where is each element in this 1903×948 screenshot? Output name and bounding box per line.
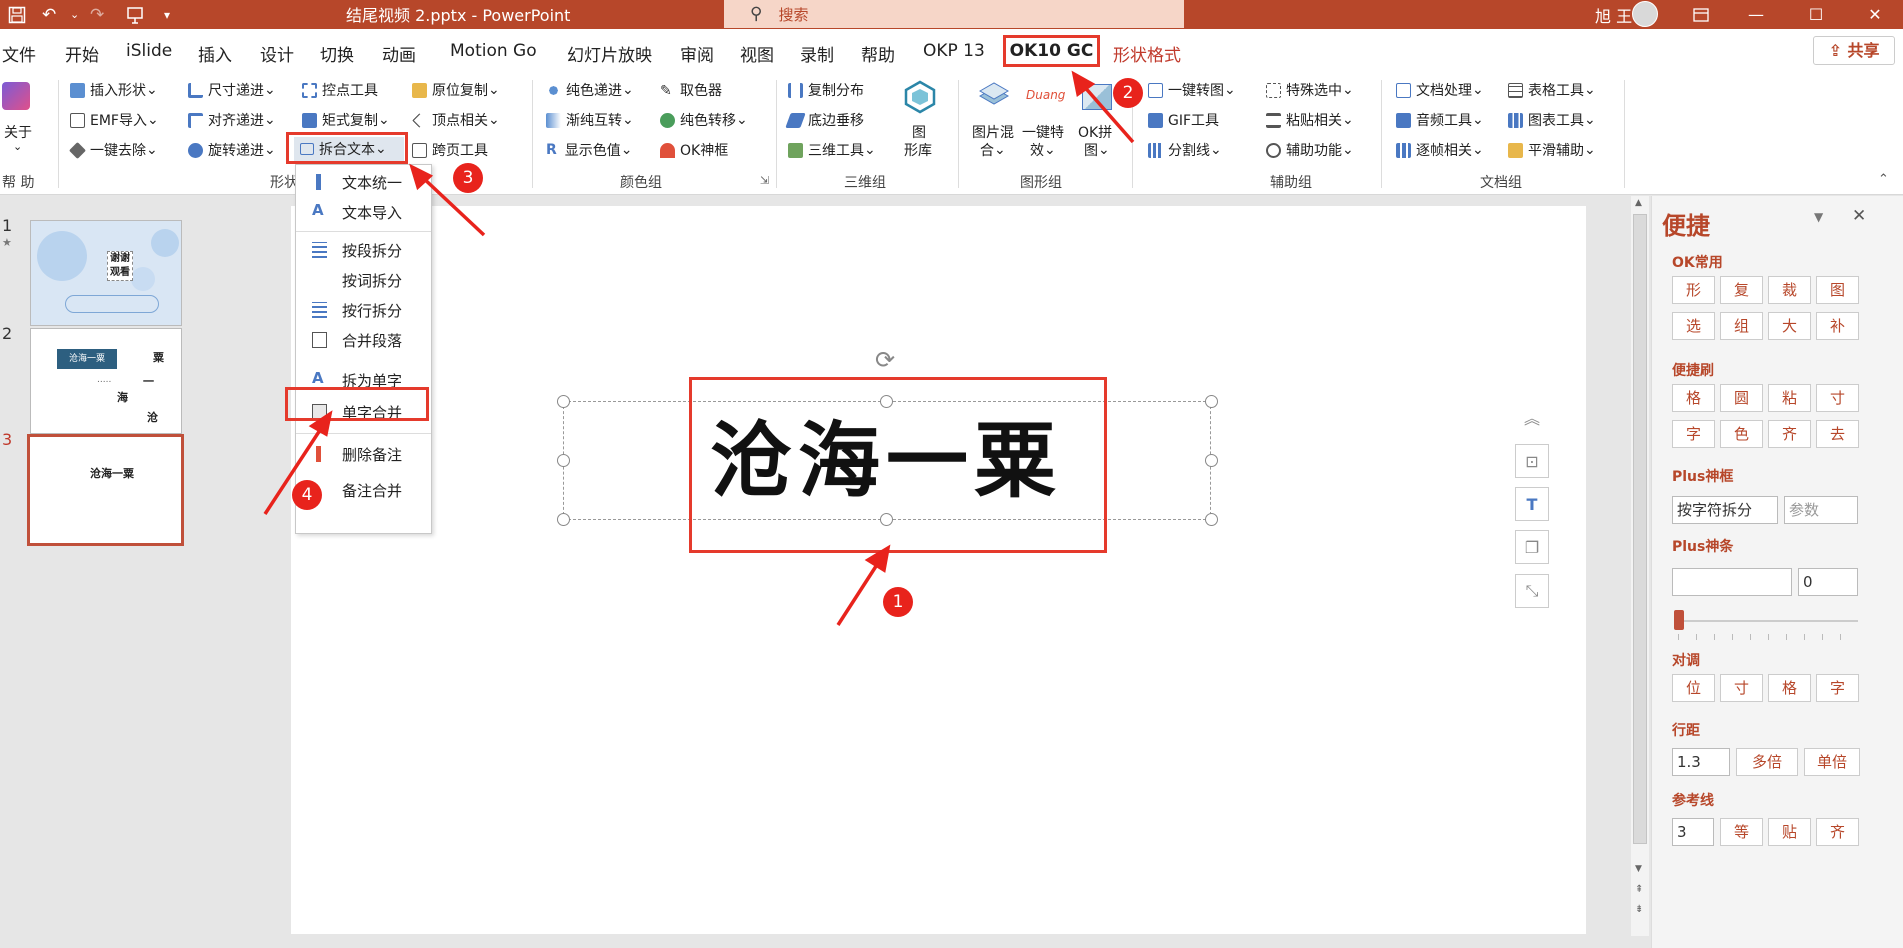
step-badge-2: 2 xyxy=(1113,78,1143,108)
step-badge-3: 3 xyxy=(453,163,483,193)
step-badge-1: 1 xyxy=(883,587,913,617)
annotation-arrows xyxy=(263,70,1135,626)
step-badge-4: 4 xyxy=(292,480,322,510)
arrow-1 xyxy=(836,559,882,626)
